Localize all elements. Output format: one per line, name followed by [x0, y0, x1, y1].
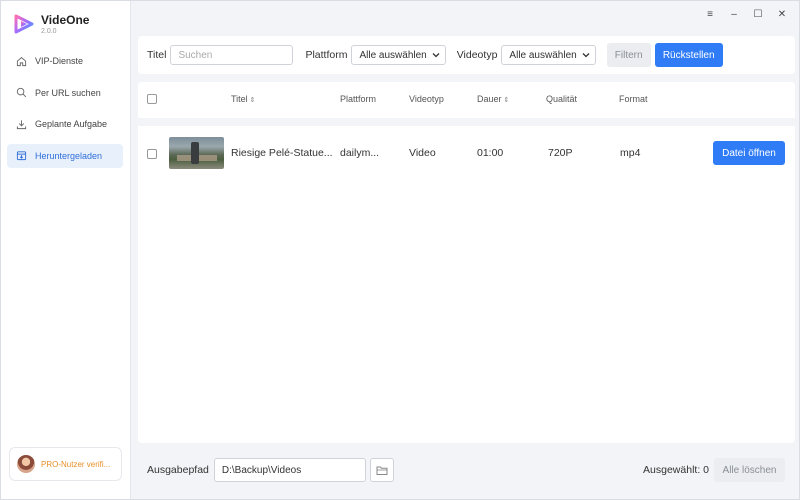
sidebar-item-label: Heruntergeladen	[35, 150, 103, 161]
row-duration: 01:00	[477, 147, 504, 159]
videotype-select-value: Alle auswählen	[509, 49, 577, 61]
column-header-videotype: Videotyp	[409, 94, 444, 104]
selected-count: Ausgewählt: 0	[643, 464, 709, 476]
sidebar-item-label: VIP-Dienste	[35, 56, 84, 66]
row-checkbox[interactable]	[147, 149, 157, 159]
title-search-input[interactable]	[170, 45, 294, 65]
pro-status-text: PRO-Nutzer verifi...	[41, 459, 111, 469]
chevron-down-icon	[432, 53, 440, 58]
avatar	[17, 455, 35, 473]
platform-select-value: Alle auswählen	[359, 49, 427, 61]
filter-button[interactable]: Filtern	[606, 43, 651, 67]
app-version: 2.0.0	[41, 28, 57, 35]
bottom-bar: Ausgabepfad Ausgewählt: 0 Alle löschen	[138, 447, 795, 493]
folder-icon	[376, 466, 388, 475]
sidebar-item-vip[interactable]: VIP-Dienste	[7, 49, 123, 73]
table-row[interactable]: Riesige Pelé-Statue... dailym... Video 0…	[138, 126, 795, 182]
sidebar-item-label: Geplante Aufgabe	[35, 119, 108, 129]
output-path-label: Ausgabepfad	[147, 464, 209, 476]
minimize-icon[interactable]: –	[727, 7, 741, 21]
videotype-select[interactable]: Alle auswählen	[501, 45, 596, 65]
reset-button[interactable]: Rückstellen	[654, 43, 723, 67]
column-header-title[interactable]: Titel ⇕	[231, 94, 256, 104]
column-header-platform: Plattform	[340, 94, 377, 104]
video-thumbnail	[169, 137, 224, 169]
download-icon	[16, 119, 27, 129]
sidebar-item-scheduled[interactable]: Geplante Aufgabe	[7, 112, 123, 136]
downloads-table: Titel ⇕ Plattform Videotyp Dauer ⇕ Qualitä…	[138, 82, 795, 443]
select-all-checkbox[interactable]	[147, 94, 157, 104]
search-icon	[16, 87, 27, 98]
open-file-button[interactable]: Datei öffnen	[713, 141, 785, 165]
browse-folder-button[interactable]	[369, 458, 394, 482]
column-header-format: Format	[619, 94, 648, 104]
maximize-icon[interactable]: ☐	[751, 7, 765, 21]
output-path-input[interactable]	[213, 458, 366, 482]
row-format: mp4	[620, 147, 641, 159]
app-name: VideOne	[41, 13, 90, 27]
title-filter-label: Titel	[147, 49, 167, 61]
home-icon	[16, 56, 27, 66]
close-icon[interactable]: ✕	[775, 7, 789, 21]
sort-icon: ⇕	[503, 97, 510, 104]
chevron-down-icon	[582, 53, 590, 58]
menu-icon[interactable]: ≡	[703, 7, 717, 21]
platform-filter-label: Plattform	[305, 49, 348, 61]
sidebar-item-label: Per URL suchen	[35, 87, 101, 98]
table-header: Titel ⇕ Plattform Videotyp Dauer ⇕ Qualitä…	[138, 82, 795, 126]
sidebar-item-downloaded[interactable]: Heruntergeladen	[7, 143, 123, 168]
row-platform: dailym...	[340, 147, 380, 159]
sidebar-item-url-search[interactable]: Per URL suchen	[7, 81, 123, 105]
column-header-duration[interactable]: Dauer ⇕	[477, 94, 509, 104]
brand: VideOne 2.0.0	[13, 13, 89, 36]
sidebar-nav: VIP-Dienste Per URL suchen Geplante Aufg…	[7, 49, 123, 175]
videone-logo-icon	[14, 14, 34, 34]
row-quality: 720P	[548, 147, 573, 159]
delete-all-button[interactable]: Alle löschen	[714, 458, 785, 482]
sidebar: VideOne 2.0.0 VIP-Dienste Per URL suchen…	[1, 1, 131, 499]
downloaded-box-icon	[16, 151, 27, 161]
sort-icon: ⇕	[249, 97, 256, 104]
app-window: VideOne 2.0.0 VIP-Dienste Per URL suchen…	[0, 0, 800, 500]
pro-status-box[interactable]: PRO-Nutzer verifi...	[9, 447, 122, 481]
row-title: Riesige Pelé-Statue...	[231, 147, 333, 159]
column-header-quality: Qualität	[546, 94, 578, 104]
platform-select[interactable]: Alle auswählen	[351, 45, 446, 65]
window-controls: ≡ – ☐ ✕	[703, 7, 789, 21]
filter-bar: Titel Plattform Alle auswählen Videotyp …	[138, 36, 795, 74]
videotype-filter-label: Videotyp	[456, 49, 498, 61]
row-videotype: Video	[409, 147, 436, 159]
